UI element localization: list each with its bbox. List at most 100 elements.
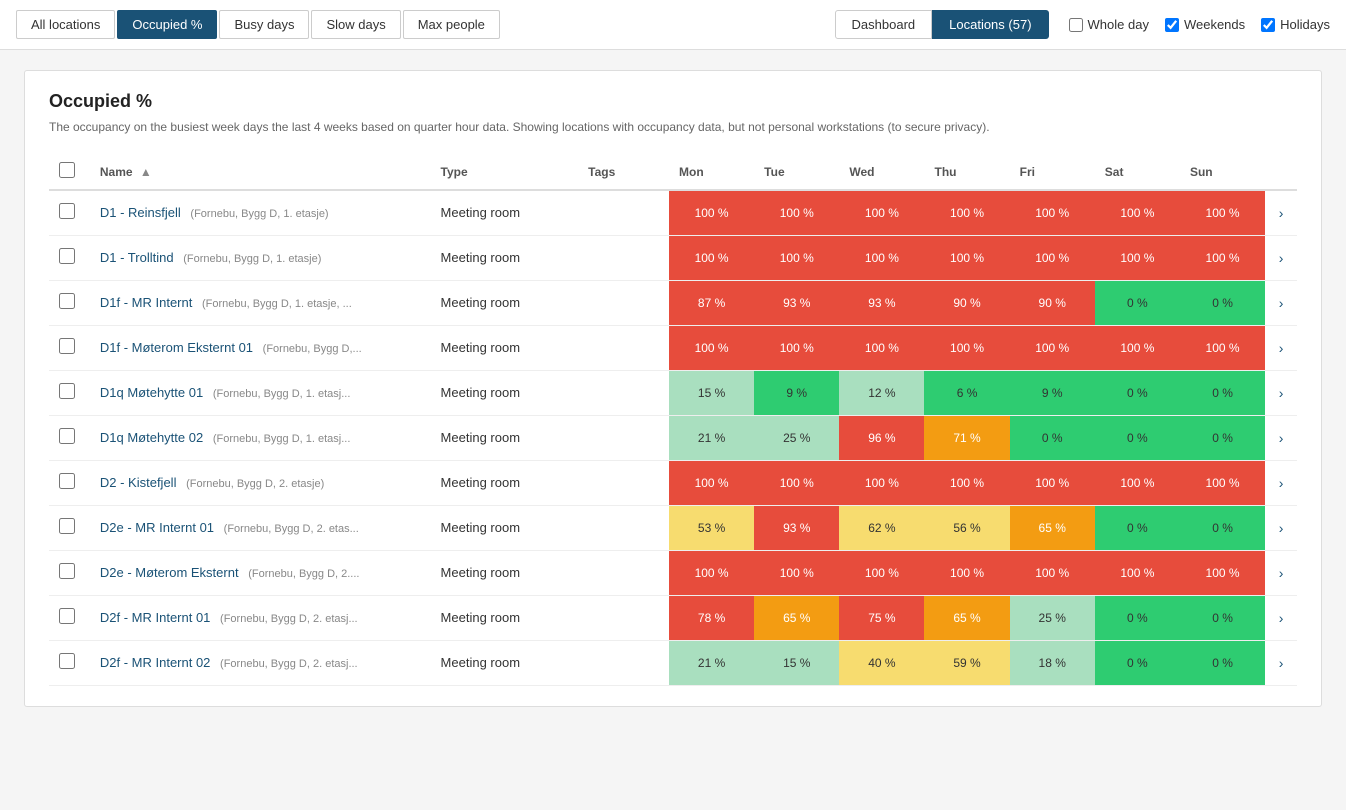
row-thu-cell: 65 % <box>924 595 1009 640</box>
table-row: D1 - Trolltind (Fornebu, Bygg D, 1. etas… <box>49 235 1297 280</box>
row-checkbox-cell <box>49 550 90 595</box>
row-tags-cell <box>578 370 669 415</box>
nav-buttons-group: All locations Occupied % Busy days Slow … <box>16 10 831 39</box>
row-mon-cell: 100 % <box>669 235 754 280</box>
row-checkbox[interactable] <box>59 428 75 444</box>
chevron-right-icon: › <box>1279 520 1284 536</box>
nav-busy-days[interactable]: Busy days <box>219 10 309 39</box>
row-wed-cell: 93 % <box>839 280 924 325</box>
filter-checkboxes-group: Whole day Weekends Holidays <box>1069 17 1330 32</box>
row-sun-cell: 0 % <box>1180 505 1265 550</box>
row-wed-cell: 100 % <box>839 550 924 595</box>
row-detail-link[interactable]: › <box>1265 280 1297 325</box>
whole-day-filter[interactable]: Whole day <box>1069 17 1149 32</box>
card-subtitle: The occupancy on the busiest week days t… <box>49 120 1297 134</box>
row-sat-cell: 100 % <box>1095 190 1180 235</box>
location-name[interactable]: D1q Møtehytte 01 <box>100 385 203 400</box>
row-tue-cell: 9 % <box>754 370 839 415</box>
header-name[interactable]: Name ▲ <box>90 154 431 190</box>
row-sun-cell: 0 % <box>1180 415 1265 460</box>
row-checkbox-cell <box>49 460 90 505</box>
row-type-cell: Meeting room <box>431 415 579 460</box>
location-name[interactable]: D2e - Møterom Eksternt <box>100 565 239 580</box>
row-name-cell: D1 - Reinsfjell (Fornebu, Bygg D, 1. eta… <box>90 190 431 235</box>
header-sat: Sat <box>1095 154 1180 190</box>
sort-arrow-icon: ▲ <box>140 165 152 179</box>
row-checkbox[interactable] <box>59 293 75 309</box>
row-detail-link[interactable]: › <box>1265 415 1297 460</box>
weekends-filter[interactable]: Weekends <box>1165 17 1245 32</box>
row-checkbox[interactable] <box>59 653 75 669</box>
weekends-checkbox[interactable] <box>1165 18 1179 32</box>
row-tags-cell <box>578 415 669 460</box>
row-detail-link[interactable]: › <box>1265 640 1297 685</box>
row-checkbox[interactable] <box>59 608 75 624</box>
row-thu-cell: 59 % <box>924 640 1009 685</box>
location-name[interactable]: D2f - MR Internt 01 <box>100 610 211 625</box>
row-thu-cell: 100 % <box>924 325 1009 370</box>
row-checkbox[interactable] <box>59 248 75 264</box>
row-detail-link[interactable]: › <box>1265 550 1297 595</box>
location-name[interactable]: D2e - MR Internt 01 <box>100 520 214 535</box>
nav-occupied-pct[interactable]: Occupied % <box>117 10 217 39</box>
chevron-right-icon: › <box>1279 475 1284 491</box>
row-mon-cell: 21 % <box>669 415 754 460</box>
row-checkbox[interactable] <box>59 563 75 579</box>
row-detail-link[interactable]: › <box>1265 460 1297 505</box>
whole-day-checkbox[interactable] <box>1069 18 1083 32</box>
location-sub: (Fornebu, Bygg D, 2. etasj... <box>220 613 358 625</box>
location-name[interactable]: D1 - Reinsfjell <box>100 205 181 220</box>
table-row: D1q Møtehytte 02 (Fornebu, Bygg D, 1. et… <box>49 415 1297 460</box>
location-name[interactable]: D1f - MR Internt <box>100 295 192 310</box>
row-thu-cell: 100 % <box>924 550 1009 595</box>
row-mon-cell: 15 % <box>669 370 754 415</box>
select-all-checkbox[interactable] <box>59 162 75 178</box>
row-sat-cell: 0 % <box>1095 640 1180 685</box>
row-checkbox[interactable] <box>59 383 75 399</box>
chevron-right-icon: › <box>1279 655 1284 671</box>
row-checkbox[interactable] <box>59 518 75 534</box>
row-sun-cell: 100 % <box>1180 235 1265 280</box>
row-sat-cell: 100 % <box>1095 550 1180 595</box>
row-checkbox[interactable] <box>59 473 75 489</box>
row-wed-cell: 12 % <box>839 370 924 415</box>
holidays-checkbox[interactable] <box>1261 18 1275 32</box>
row-detail-link[interactable]: › <box>1265 505 1297 550</box>
row-tue-cell: 65 % <box>754 595 839 640</box>
row-checkbox-cell <box>49 235 90 280</box>
row-detail-link[interactable]: › <box>1265 595 1297 640</box>
row-thu-cell: 100 % <box>924 460 1009 505</box>
row-detail-link[interactable]: › <box>1265 325 1297 370</box>
row-wed-cell: 96 % <box>839 415 924 460</box>
row-sun-cell: 0 % <box>1180 370 1265 415</box>
row-type-cell: Meeting room <box>431 595 579 640</box>
view-locations[interactable]: Locations (57) <box>932 10 1048 39</box>
location-name[interactable]: D1 - Trolltind <box>100 250 174 265</box>
row-checkbox-cell <box>49 415 90 460</box>
location-sub: (Fornebu, Bygg D, 1. etasj... <box>213 433 351 445</box>
nav-all-locations[interactable]: All locations <box>16 10 115 39</box>
row-name-cell: D2e - MR Internt 01 (Fornebu, Bygg D, 2.… <box>90 505 431 550</box>
table-row: D1f - Møterom Eksternt 01 (Fornebu, Bygg… <box>49 325 1297 370</box>
row-checkbox[interactable] <box>59 203 75 219</box>
location-name[interactable]: D2f - MR Internt 02 <box>100 655 211 670</box>
row-detail-link[interactable]: › <box>1265 235 1297 280</box>
nav-max-people[interactable]: Max people <box>403 10 500 39</box>
row-tue-cell: 93 % <box>754 505 839 550</box>
nav-slow-days[interactable]: Slow days <box>311 10 400 39</box>
location-name[interactable]: D1f - Møterom Eksternt 01 <box>100 340 253 355</box>
view-dashboard[interactable]: Dashboard <box>835 10 933 39</box>
location-sub: (Fornebu, Bygg D,... <box>263 343 362 355</box>
row-detail-link[interactable]: › <box>1265 190 1297 235</box>
row-type-cell: Meeting room <box>431 325 579 370</box>
holidays-filter[interactable]: Holidays <box>1261 17 1330 32</box>
header-wed: Wed <box>839 154 924 190</box>
location-name[interactable]: D1q Møtehytte 02 <box>100 430 203 445</box>
row-checkbox[interactable] <box>59 338 75 354</box>
header-fri: Fri <box>1010 154 1095 190</box>
location-sub: (Fornebu, Bygg D, 1. etasje, ... <box>202 298 352 310</box>
row-detail-link[interactable]: › <box>1265 370 1297 415</box>
row-tue-cell: 100 % <box>754 190 839 235</box>
location-name[interactable]: D2 - Kistefjell <box>100 475 177 490</box>
location-sub: (Fornebu, Bygg D, 2. etasje) <box>186 478 324 490</box>
